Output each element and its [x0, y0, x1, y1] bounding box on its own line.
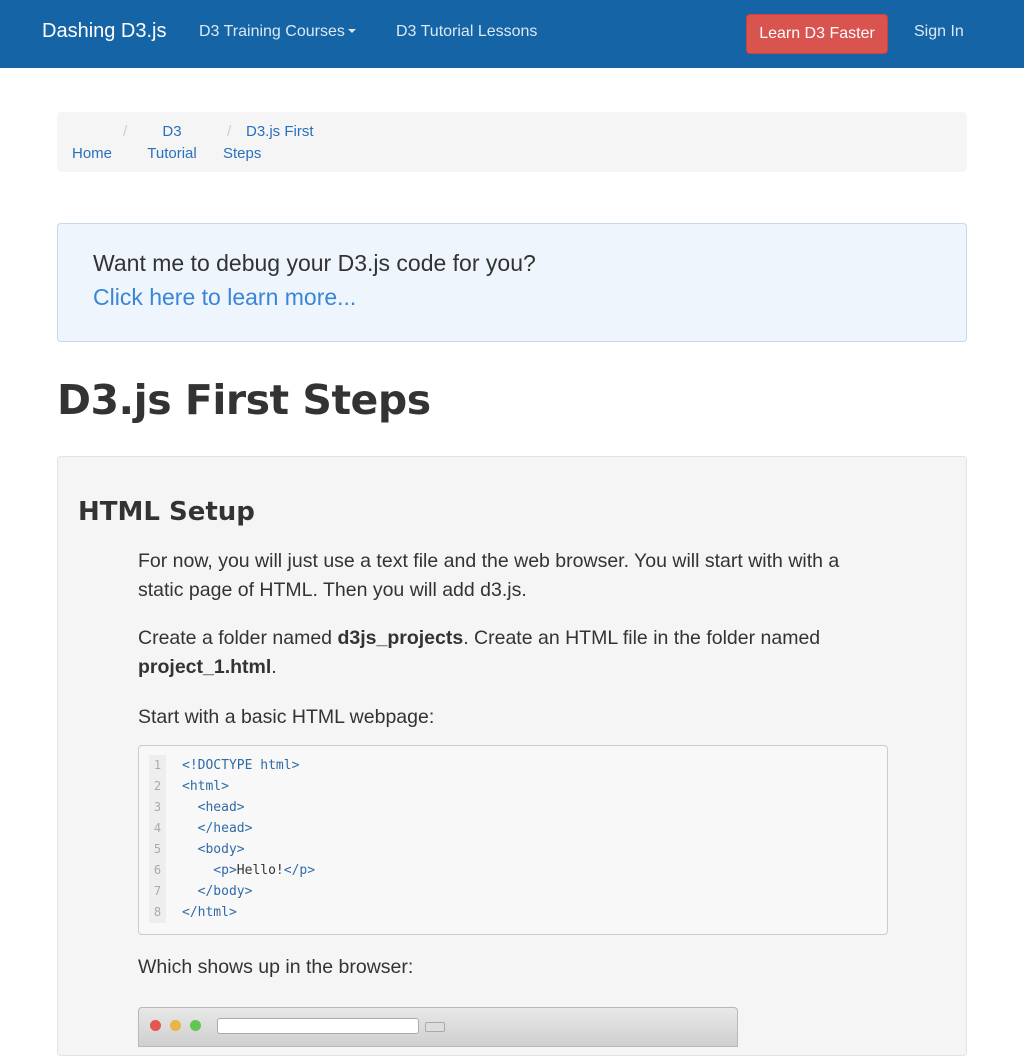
promo-question: Want me to debug your D3.js code for you…	[93, 250, 536, 276]
content-panel: HTML Setup For now, you will just use a …	[57, 456, 967, 1056]
code-line: 4 </head>	[149, 818, 252, 839]
browser-screenshot	[138, 1007, 738, 1047]
code-text: <p>Hello!</p>	[182, 863, 316, 878]
line-number: 2	[149, 776, 166, 797]
breadcrumb-separator: /	[123, 123, 128, 140]
code-line: 5 <body>	[149, 839, 245, 860]
breadcrumb-steps-line2: Steps	[223, 145, 262, 162]
code-line: 3 <head>	[149, 797, 245, 818]
folder-name: d3js_projects	[337, 627, 464, 649]
breadcrumb: Home / D3 Tutorial / D3.js First Steps	[57, 112, 967, 172]
code-line: 2 <html>	[149, 776, 229, 797]
breadcrumb-tutorial-line1: D3	[162, 123, 182, 140]
code-text: <!DOCTYPE html>	[182, 758, 300, 773]
nav-lessons-link[interactable]: D3 Tutorial Lessons	[396, 23, 537, 41]
line-number: 5	[149, 839, 166, 860]
intro-paragraph: For now, you will just use a text file a…	[138, 550, 840, 601]
code-block[interactable]: 1 <!DOCTYPE html> 2 <html> 3 <head> 4 </he…	[138, 745, 888, 935]
minimize-dot-icon	[170, 1020, 181, 1031]
sign-in-link[interactable]: Sign In	[914, 23, 964, 41]
promo-learn-more-link[interactable]: Click here to learn more...	[93, 284, 356, 311]
code-text: <head>	[182, 800, 245, 815]
line-number: 1	[149, 755, 166, 776]
nav-courses-label: D3 Training Courses	[199, 23, 345, 40]
learn-faster-button[interactable]: Learn D3 Faster	[746, 14, 888, 54]
caret-down-icon	[347, 28, 356, 33]
browser-paragraph: Which shows up in the browser:	[138, 956, 414, 978]
line-number: 3	[149, 797, 166, 818]
code-text: </head>	[182, 821, 253, 836]
browser-url-bar	[217, 1018, 419, 1034]
line-number: 6	[149, 860, 166, 881]
breadcrumb-steps-line1: D3.js First	[246, 123, 314, 140]
maximize-dot-icon	[190, 1020, 201, 1031]
code-line: 8 </html>	[149, 902, 237, 923]
close-dot-icon	[150, 1020, 161, 1031]
folder-text-1: Create a folder named	[138, 627, 338, 649]
navbar: Dashing D3.js D3 Training Courses D3 Tut…	[0, 0, 1024, 68]
line-number: 4	[149, 818, 166, 839]
page-title: D3.js First Steps	[57, 376, 431, 424]
folder-paragraph: Create a folder named d3js_projects. Cre…	[138, 624, 878, 681]
folder-text-2: . Create an HTML file in the folder name…	[463, 627, 821, 649]
code-text: <body>	[182, 842, 245, 857]
line-number: 8	[149, 902, 166, 923]
brand-logo[interactable]: Dashing D3.js	[42, 20, 167, 43]
code-line: 6 <p>Hello!</p>	[149, 860, 315, 881]
breadcrumb-first-steps[interactable]: D3.js First Steps	[223, 121, 333, 165]
nav-courses-dropdown[interactable]: D3 Training Courses	[199, 23, 356, 41]
line-number: 7	[149, 881, 166, 902]
code-line: 1 <!DOCTYPE html>	[149, 755, 299, 776]
folder-text-3: .	[271, 655, 277, 678]
file-name: project_1.html	[138, 655, 272, 678]
start-paragraph: Start with a basic HTML webpage:	[138, 706, 435, 728]
breadcrumb-d3-tutorial[interactable]: D3 Tutorial	[142, 121, 202, 165]
section-title: HTML Setup	[78, 497, 255, 527]
breadcrumb-home[interactable]: Home	[72, 143, 112, 165]
code-text: </html>	[182, 905, 237, 920]
code-text: </body>	[182, 884, 253, 899]
debug-promo-box: Want me to debug your D3.js code for you…	[57, 223, 967, 342]
breadcrumb-tutorial-line2: Tutorial	[147, 145, 197, 162]
code-line: 7 </body>	[149, 881, 252, 902]
code-text: <html>	[182, 779, 229, 794]
